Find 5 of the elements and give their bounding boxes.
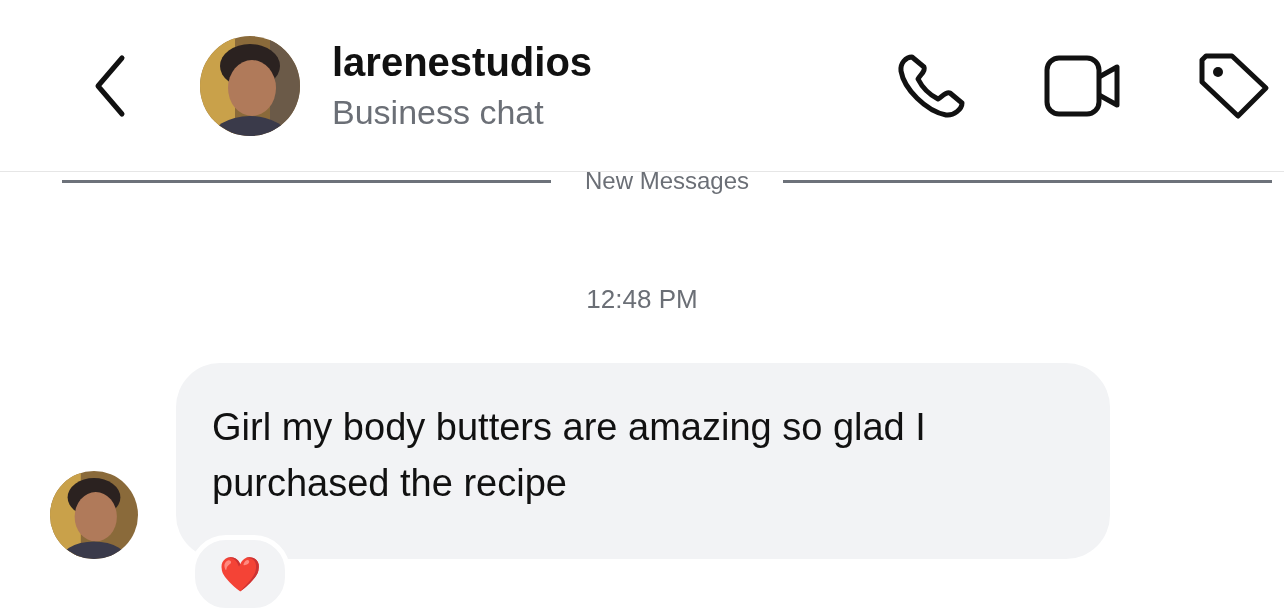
tag-icon[interactable] — [1198, 51, 1270, 120]
contact-name: larenestudios — [332, 39, 593, 85]
timestamp: 12:48 PM — [585, 284, 699, 315]
chat-type-label: Business chat — [332, 92, 545, 132]
video-camera-icon[interactable] — [1044, 54, 1122, 117]
